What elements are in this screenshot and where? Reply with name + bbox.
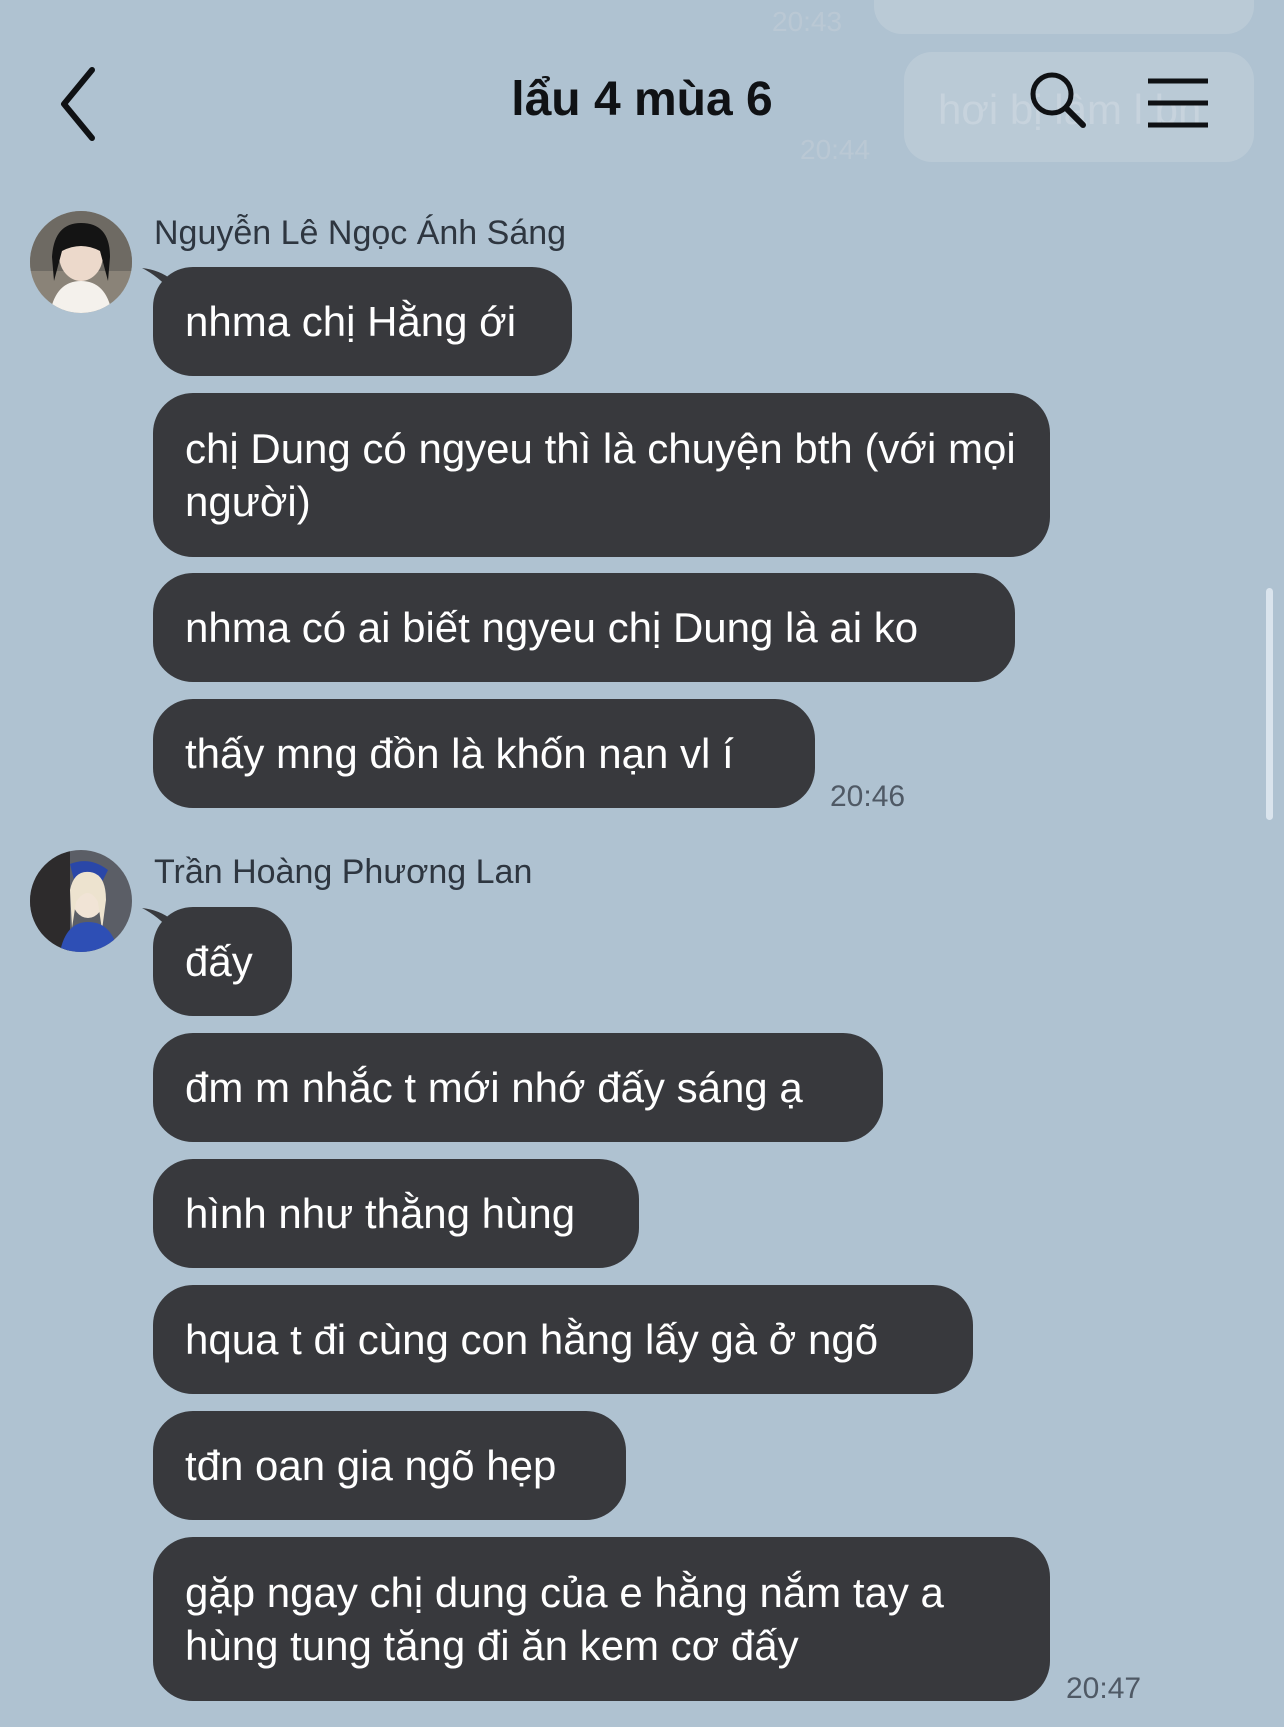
menu-button[interactable] — [1146, 76, 1210, 130]
message-bubble[interactable]: hqua t đi cùng con hằng lấy gà ở ngõ — [153, 1285, 973, 1394]
search-button[interactable] — [1028, 70, 1088, 130]
message-bubble[interactable]: hình như thằng hùng — [153, 1159, 639, 1268]
sender-name: Nguyễn Lê Ngọc Ánh Sáng — [154, 214, 567, 252]
message-bubble[interactable]: nhma có ai biết ngyeu chị Dung là ai ko — [153, 573, 1015, 682]
previous-message-bubble — [874, 0, 1254, 34]
previous-message-time: 20:43 — [772, 6, 843, 37]
chat-header: lẩu 4 mùa 6 — [0, 40, 1284, 170]
message-bubble[interactable]: chị Dung có ngyeu thì là chuyện bth (với… — [153, 393, 1050, 557]
avatar-photo-icon — [30, 850, 132, 952]
message-bubble[interactable]: tđn oan gia ngõ hẹp — [153, 1411, 626, 1520]
scrollbar[interactable] — [1266, 588, 1273, 820]
avatar[interactable] — [30, 850, 132, 952]
message-bubble[interactable]: thấy mng đồn là khốn nạn vl í — [153, 699, 815, 808]
message-bubble[interactable]: nhma chị Hằng ới — [153, 267, 572, 376]
search-icon — [1030, 72, 1086, 128]
sender-name: Trần Hoàng Phương Lan — [154, 853, 533, 891]
hamburger-menu-icon — [1148, 78, 1208, 128]
message-bubble[interactable]: đấy — [153, 907, 292, 1016]
avatar-photo-icon — [30, 211, 132, 313]
avatar[interactable] — [30, 211, 132, 313]
message-time: 20:47 — [1066, 1672, 1142, 1705]
message-bubble[interactable]: gặp ngay chị dung của e hằng nắm tay a h… — [153, 1537, 1050, 1701]
message-bubble[interactable]: đm m nhắc t mới nhớ đấy sáng ạ — [153, 1033, 883, 1142]
message-time: 20:46 — [830, 780, 906, 813]
chat-title: lẩu 4 mùa 6 — [511, 73, 773, 126]
